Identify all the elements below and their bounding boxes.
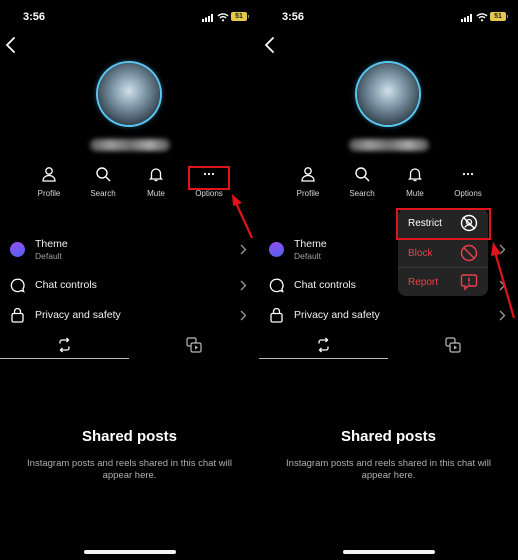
chevron-right-icon bbox=[240, 280, 247, 291]
privacy-safety-row[interactable]: Privacy and safety bbox=[0, 307, 259, 332]
profile-button[interactable]: Profile bbox=[24, 166, 74, 198]
empty-state-title: Shared posts bbox=[340, 428, 437, 445]
status-time: 3:56 bbox=[23, 11, 46, 23]
theme-title: Theme bbox=[35, 238, 68, 250]
theme-subtitle: Default bbox=[35, 251, 62, 261]
screenshot-comparison: 3:56 51 Profile Search Mute Options Them… bbox=[0, 0, 518, 560]
more-horizontal-icon bbox=[462, 172, 474, 176]
mute-label: Mute bbox=[406, 189, 424, 198]
action-bar: Profile Search Mute Options bbox=[259, 166, 518, 206]
tab-shared-posts[interactable] bbox=[0, 335, 129, 359]
profile-label: Profile bbox=[37, 189, 61, 198]
options-highlight-box bbox=[188, 166, 230, 190]
chat-controls-title: Chat controls bbox=[294, 279, 356, 291]
content-tabs bbox=[259, 335, 518, 359]
reels-reshare-icon bbox=[318, 337, 329, 353]
bell-icon bbox=[148, 168, 164, 182]
privacy-safety-row[interactable]: Privacy and safety bbox=[259, 307, 518, 332]
back-chevron-icon[interactable] bbox=[264, 37, 276, 53]
empty-state-title: Shared posts bbox=[81, 428, 178, 445]
theme-color-icon bbox=[10, 242, 25, 257]
cellular-signal-icon bbox=[202, 14, 213, 22]
reels-reshare-icon bbox=[59, 337, 70, 353]
cellular-signal-icon bbox=[461, 14, 472, 22]
person-icon bbox=[301, 167, 315, 182]
chevron-right-icon bbox=[240, 310, 247, 321]
mute-button[interactable]: Mute bbox=[390, 166, 440, 198]
chevron-right-icon bbox=[499, 280, 506, 291]
profile-label: Profile bbox=[296, 189, 320, 198]
chevron-right-icon bbox=[499, 244, 506, 255]
battery-indicator: 51 bbox=[490, 12, 508, 21]
back-chevron-icon[interactable] bbox=[5, 37, 17, 53]
chat-bubble-icon bbox=[269, 278, 284, 293]
bell-icon bbox=[407, 168, 423, 182]
search-button[interactable]: Search bbox=[78, 166, 128, 198]
status-time: 3:56 bbox=[282, 11, 305, 23]
username-blurred bbox=[349, 139, 429, 151]
options-label: Options bbox=[454, 189, 482, 198]
search-label: Search bbox=[90, 189, 116, 198]
empty-state-text: Instagram posts and reels shared in this… bbox=[286, 458, 491, 481]
options-button[interactable]: Options bbox=[443, 166, 493, 198]
theme-row[interactable]: Theme Default bbox=[0, 238, 259, 262]
home-indicator bbox=[84, 550, 176, 554]
report-label: Report bbox=[408, 277, 439, 288]
tab-shared-posts[interactable] bbox=[259, 335, 388, 359]
chat-details-screen-before: 3:56 51 Profile Search Mute Options Them… bbox=[0, 0, 259, 560]
restrict-highlight-box bbox=[396, 208, 491, 240]
media-gallery-icon bbox=[186, 337, 202, 353]
battery-indicator: 51 bbox=[231, 12, 249, 21]
tab-media[interactable] bbox=[388, 335, 517, 359]
profile-avatar[interactable] bbox=[98, 63, 160, 125]
empty-state-text: Instagram posts and reels shared in this… bbox=[27, 458, 232, 481]
tab-media[interactable] bbox=[129, 335, 258, 359]
wifi-icon bbox=[217, 13, 229, 22]
report-icon bbox=[460, 274, 478, 291]
search-label: Search bbox=[349, 189, 375, 198]
block-icon bbox=[460, 244, 478, 262]
chat-controls-row[interactable]: Chat controls bbox=[0, 278, 259, 302]
theme-subtitle: Default bbox=[294, 251, 321, 261]
mute-button[interactable]: Mute bbox=[131, 166, 181, 198]
report-menu-item[interactable]: Report bbox=[398, 268, 488, 296]
search-icon bbox=[355, 167, 370, 182]
theme-title: Theme bbox=[294, 238, 327, 250]
username-blurred bbox=[90, 139, 170, 151]
privacy-safety-title: Privacy and safety bbox=[294, 309, 380, 321]
search-button[interactable]: Search bbox=[337, 166, 387, 198]
theme-color-icon bbox=[269, 242, 284, 257]
mute-label: Mute bbox=[147, 189, 165, 198]
home-indicator bbox=[343, 550, 435, 554]
lock-icon bbox=[270, 307, 283, 323]
profile-avatar[interactable] bbox=[357, 63, 419, 125]
lock-icon bbox=[11, 307, 24, 323]
options-label: Options bbox=[195, 189, 223, 198]
content-tabs bbox=[0, 335, 259, 359]
chat-details-screen-options-open: 3:56 51 Profile Search Mute Options Them… bbox=[259, 0, 518, 560]
chevron-right-icon bbox=[499, 310, 506, 321]
search-icon bbox=[96, 167, 111, 182]
profile-button[interactable]: Profile bbox=[283, 166, 333, 198]
chevron-right-icon bbox=[240, 244, 247, 255]
status-bar: 3:56 51 bbox=[0, 10, 259, 26]
person-icon bbox=[42, 167, 56, 182]
status-bar: 3:56 51 bbox=[259, 10, 518, 26]
block-label: Block bbox=[408, 248, 433, 259]
media-gallery-icon bbox=[445, 337, 461, 353]
chat-controls-title: Chat controls bbox=[35, 279, 97, 291]
privacy-safety-title: Privacy and safety bbox=[35, 309, 121, 321]
chat-bubble-icon bbox=[10, 278, 25, 293]
wifi-icon bbox=[476, 13, 488, 22]
block-menu-item[interactable]: Block bbox=[398, 239, 488, 268]
